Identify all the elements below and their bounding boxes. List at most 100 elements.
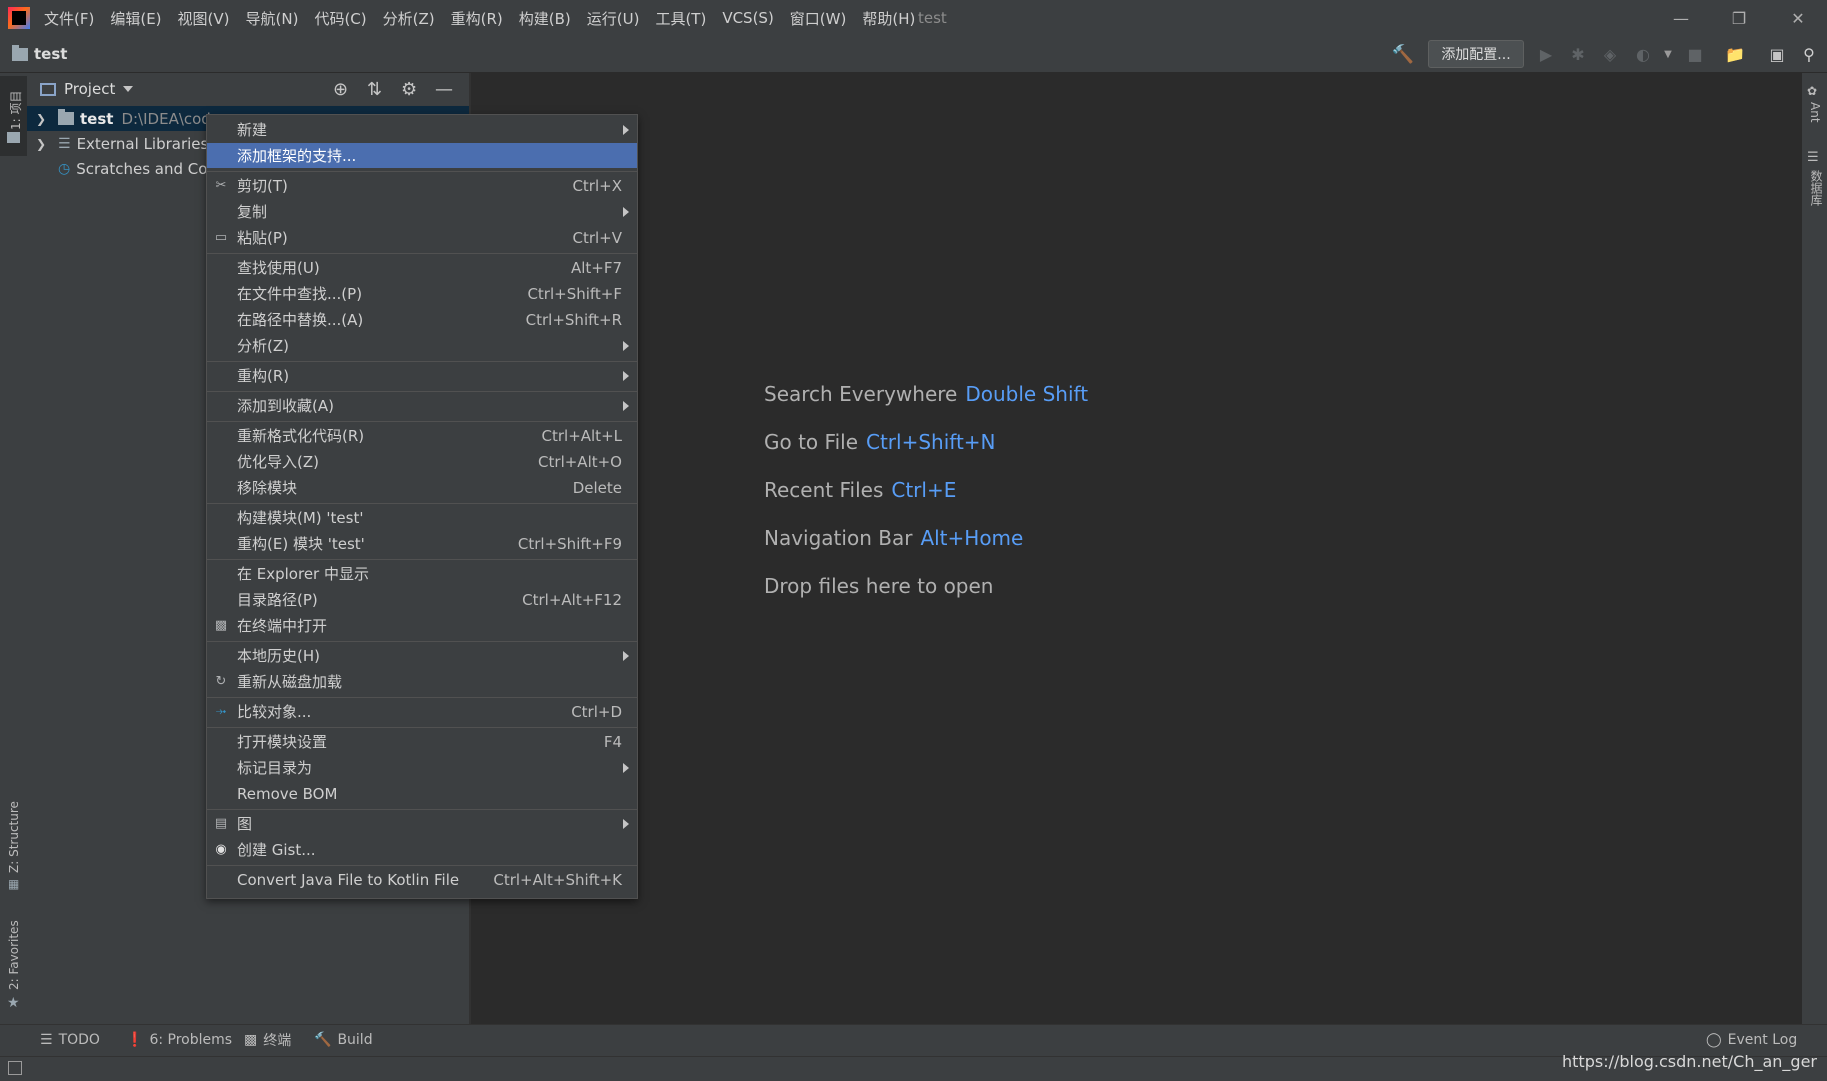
- menu-item-reformat-code[interactable]: 重新格式化代码(R) Ctrl+Alt+L: [207, 423, 637, 448]
- breadcrumb[interactable]: test: [12, 36, 67, 72]
- build-label: Build: [337, 1032, 373, 1048]
- menu-item-directory-path[interactable]: 目录路径(P) Ctrl+Alt+F12: [207, 587, 637, 612]
- menu-file[interactable]: 文件(F): [36, 8, 102, 29]
- terminal-tool-tab[interactable]: ▩ 终端: [244, 1024, 291, 1056]
- menu-item-paste[interactable]: ▭ 粘贴(P) Ctrl+V: [207, 225, 637, 250]
- menu-tools[interactable]: 工具(T): [647, 8, 714, 29]
- menu-navigate[interactable]: 导航(N): [238, 8, 307, 29]
- menu-item-diagrams[interactable]: ▤ 图: [207, 811, 637, 836]
- menu-item-new[interactable]: 新建: [207, 117, 637, 142]
- menu-separator: [207, 697, 637, 698]
- menu-item-compare-with[interactable]: ⤞ 比较对象... Ctrl+D: [207, 699, 637, 724]
- menu-code[interactable]: 代码(C): [306, 8, 374, 29]
- menu-item-remove-module[interactable]: 移除模块 Delete: [207, 475, 637, 500]
- hint-key: Ctrl+Shift+N: [866, 430, 996, 454]
- menu-analyze[interactable]: 分析(Z): [375, 8, 443, 29]
- project-view-title[interactable]: Project: [64, 80, 115, 98]
- libraries-icon: ☰: [58, 135, 71, 152]
- problems-tool-tab[interactable]: ❗ 6: Problems: [126, 1024, 232, 1056]
- menu-item-add-to-favorites[interactable]: 添加到收藏(A): [207, 393, 637, 418]
- tree-item-external-libraries[interactable]: ❯ ☰ External Libraries: [36, 131, 208, 156]
- favorites-star-icon: ★: [7, 995, 20, 1011]
- menu-separator: [207, 641, 637, 642]
- menu-item-find-in-files[interactable]: 在文件中查找...(P) Ctrl+Shift+F: [207, 281, 637, 306]
- menu-item-refactor[interactable]: 重构(R): [207, 363, 637, 388]
- list-icon: ☰: [40, 1032, 53, 1048]
- submenu-arrow-icon: [623, 819, 629, 829]
- terminal-label: 终端: [263, 1033, 292, 1049]
- menu-item-reload-from-disk[interactable]: ↻ 重新从磁盘加载: [207, 669, 637, 694]
- menu-item-convert-to-kotlin[interactable]: Convert Java File to Kotlin File Ctrl+Alt…: [207, 867, 637, 892]
- scissors-icon: ✂: [215, 177, 227, 193]
- tree-item-path: D:\IDEA\cod: [121, 109, 211, 128]
- hint-search-everywhere: Search Everywhere Double Shift: [764, 382, 1089, 406]
- build-hammer-icon[interactable]: 🔨: [1390, 40, 1416, 68]
- menu-item-mark-directory-as[interactable]: 标记目录为: [207, 755, 637, 780]
- terminal-window-icon[interactable]: ▣: [1764, 40, 1790, 68]
- ant-tool-tab[interactable]: Ant: [1808, 102, 1822, 123]
- project-tool-tab[interactable]: 1: 项目: [7, 91, 24, 131]
- menu-run[interactable]: 运行(U): [579, 8, 648, 29]
- hint-navigation-bar: Navigation Bar Alt+Home: [764, 526, 1024, 550]
- tree-item-scratches[interactable]: ◷ Scratches and Co: [36, 156, 207, 181]
- menu-separator: [207, 171, 637, 172]
- menu-item-local-history[interactable]: 本地历史(H): [207, 643, 637, 668]
- menu-item-remove-bom[interactable]: Remove BOM: [207, 781, 637, 806]
- profile-dropdown-icon[interactable]: ▼: [1655, 40, 1681, 68]
- menu-refactor[interactable]: 重构(R): [443, 8, 511, 29]
- menu-item-optimize-imports[interactable]: 优化导入(Z) Ctrl+Alt+O: [207, 449, 637, 474]
- coverage-icon[interactable]: ◈: [1597, 40, 1623, 68]
- menu-item-add-framework-support[interactable]: 添加框架的支持...: [207, 143, 637, 168]
- restore-button[interactable]: ❐: [1710, 0, 1768, 36]
- menu-build[interactable]: 构建(B): [511, 8, 579, 29]
- status-bar: [0, 1056, 1827, 1081]
- add-configuration-button[interactable]: 添加配置...: [1428, 40, 1524, 68]
- debug-icon[interactable]: ✱: [1565, 40, 1591, 68]
- menu-item-find-usages[interactable]: 查找使用(U) Alt+F7: [207, 255, 637, 280]
- menu-vcs[interactable]: VCS(S): [714, 9, 781, 27]
- toggle-tool-windows-icon[interactable]: [8, 1061, 22, 1075]
- menu-item-open-module-settings[interactable]: 打开模块设置 F4: [207, 729, 637, 754]
- menu-item-copy[interactable]: 复制: [207, 199, 637, 224]
- expand-arrow-icon[interactable]: ❯: [36, 112, 50, 126]
- menu-item-analyze[interactable]: 分析(Z): [207, 333, 637, 358]
- scratches-icon: ◷: [58, 160, 71, 177]
- menu-item-show-in-explorer[interactable]: 在 Explorer 中显示: [207, 561, 637, 586]
- favorites-tool-tab[interactable]: 2: Favorites: [7, 920, 21, 990]
- problems-icon: ❗: [126, 1032, 144, 1048]
- run-icon[interactable]: ▶: [1533, 40, 1559, 68]
- intellij-logo-inner: [12, 11, 26, 25]
- minimize-button[interactable]: —: [1652, 0, 1710, 36]
- build-tool-tab[interactable]: 🔨 Build: [314, 1024, 373, 1056]
- tree-item-test[interactable]: ❯ test D:\IDEA\cod: [36, 106, 211, 131]
- menu-item-replace-in-path[interactable]: 在路径中替换...(A) Ctrl+Shift+R: [207, 307, 637, 332]
- structure-tool-tab[interactable]: Z: Structure: [7, 801, 21, 873]
- menu-item-build-module[interactable]: 构建模块(M) 'test': [207, 505, 637, 530]
- expand-arrow-icon[interactable]: ❯: [36, 137, 50, 151]
- database-tool-tab[interactable]: 数据库: [1808, 170, 1825, 206]
- menu-view[interactable]: 视图(V): [170, 8, 238, 29]
- menu-item-create-gist[interactable]: ◉ 创建 Gist...: [207, 837, 637, 862]
- profile-icon[interactable]: ◐: [1630, 40, 1656, 68]
- menu-edit[interactable]: 编辑(E): [102, 8, 169, 29]
- menu-item-rebuild-module[interactable]: 重构(E) 模块 'test' Ctrl+Shift+F9: [207, 531, 637, 556]
- project-view-dropdown-icon[interactable]: [123, 86, 134, 92]
- hint-key: Alt+Home: [920, 526, 1024, 550]
- project-structure-icon[interactable]: 📁: [1722, 40, 1748, 68]
- menu-help[interactable]: 帮助(H): [854, 8, 923, 29]
- menu-item-cut[interactable]: ✂ 剪切(T) Ctrl+X: [207, 173, 637, 198]
- stop-icon[interactable]: ■: [1682, 40, 1708, 68]
- search-icon[interactable]: ⚲: [1796, 40, 1822, 68]
- hide-panel-icon[interactable]: —: [435, 79, 453, 100]
- collapse-all-icon[interactable]: ⇅: [367, 79, 382, 100]
- menu-window[interactable]: 窗口(W): [782, 8, 855, 29]
- gear-icon[interactable]: ⚙: [401, 79, 417, 100]
- menu-item-open-in-terminal[interactable]: ▩ 在终端中打开: [207, 613, 637, 638]
- todo-tool-tab[interactable]: ☰ TODO: [40, 1024, 100, 1056]
- window-title: test: [918, 9, 947, 27]
- close-window-button[interactable]: ✕: [1769, 0, 1827, 36]
- locate-crosshair-icon[interactable]: ⊕: [333, 79, 348, 100]
- watermark-url: https://blog.csdn.net/Ch_an_ger: [1562, 1052, 1817, 1071]
- project-tab-folder-icon: [7, 132, 20, 143]
- compare-icon: ⤞: [215, 703, 227, 719]
